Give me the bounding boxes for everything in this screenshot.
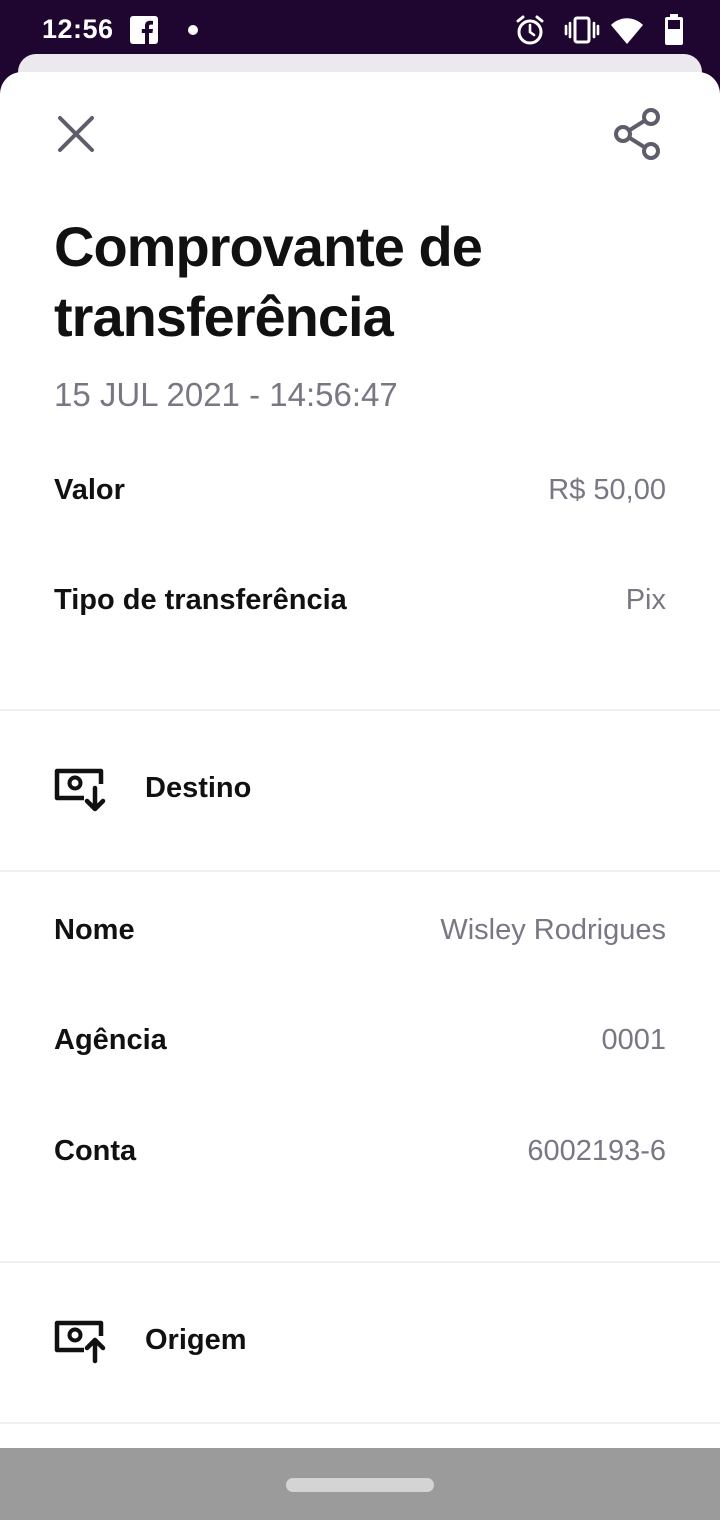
transfer-type-label: Tipo de transferência — [54, 584, 347, 616]
navigation-bar — [0, 1448, 720, 1520]
value-label: Valor — [54, 474, 125, 506]
destination-section-header: Destino — [0, 754, 720, 834]
transfer-datetime: 15 JUL 2021 - 14:56:47 — [54, 376, 398, 413]
vibrate-icon — [564, 16, 600, 44]
name-row: Nome Wisley Rodrigues — [54, 914, 666, 958]
value-row: Valor R$ 50,00 — [54, 474, 666, 518]
origin-section-header: Origem — [0, 1306, 720, 1386]
account-download-icon — [54, 768, 106, 812]
divider — [0, 1261, 720, 1263]
page-title: Comprovante de transferência — [54, 215, 483, 348]
divider — [0, 709, 720, 711]
close-icon[interactable] — [46, 104, 106, 164]
account-label: Conta — [54, 1135, 137, 1167]
home-gesture-handle[interactable] — [286, 1478, 434, 1492]
wifi-icon — [611, 18, 643, 44]
battery-icon — [665, 14, 683, 45]
transfer-type-value: Pix — [625, 584, 666, 616]
account-row: Conta 6002193-6 — [54, 1135, 666, 1179]
account-value: 6002193-6 — [527, 1135, 666, 1167]
notification-dot-icon — [188, 25, 198, 35]
value-amount: R$ 50,00 — [548, 474, 666, 506]
name-label: Nome — [54, 914, 135, 946]
account-upload-icon — [54, 1320, 106, 1364]
agency-row: Agência 0001 — [54, 1024, 666, 1068]
agency-label: Agência — [54, 1024, 167, 1056]
origin-label: Origem — [145, 1324, 247, 1356]
alarm-icon — [516, 15, 544, 45]
agency-value: 0001 — [601, 1024, 666, 1056]
divider — [0, 1422, 720, 1424]
name-value: Wisley Rodrigues — [440, 914, 666, 946]
divider — [0, 870, 720, 872]
transfer-type-row: Tipo de transferência Pix — [54, 584, 666, 628]
share-icon[interactable] — [608, 104, 668, 164]
receipt-sheet: Comprovante de transferência 15 JUL 2021… — [0, 72, 720, 1448]
destination-label: Destino — [145, 772, 252, 804]
status-time: 12:56 — [42, 14, 114, 44]
facebook-icon — [130, 16, 158, 44]
